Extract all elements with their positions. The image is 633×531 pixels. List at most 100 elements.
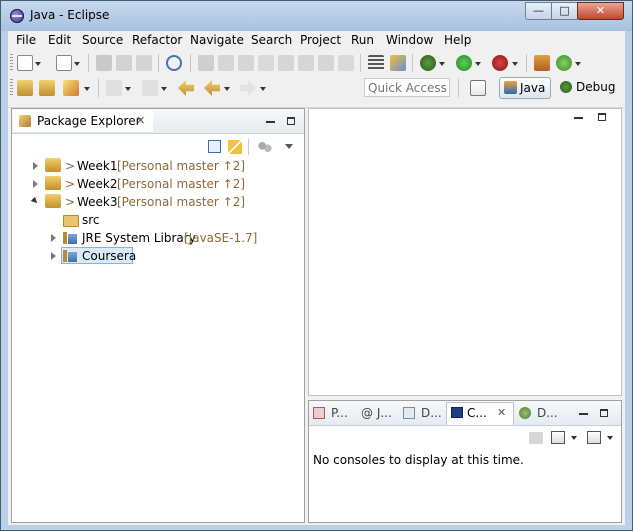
resume-icon[interactable] <box>198 55 214 71</box>
workbench: File Edit Source Refactor Navigate Searc… <box>8 31 625 525</box>
step-over-icon[interactable] <box>298 55 314 71</box>
new-java-class-icon[interactable] <box>556 55 572 71</box>
next-annotation-dropdown-icon[interactable] <box>125 87 131 91</box>
run-dropdown-icon[interactable] <box>475 62 481 66</box>
close-button[interactable]: ✕ <box>577 2 624 20</box>
terminate-icon[interactable] <box>238 55 254 71</box>
perspective-java[interactable]: Java <box>499 77 551 99</box>
expand-icon[interactable] <box>51 252 56 260</box>
new-dropdown-icon[interactable] <box>35 62 41 66</box>
main-toolbar: Java Debug <box>8 51 625 108</box>
search-dropdown-icon[interactable] <box>84 87 90 91</box>
debug-dropdown-icon[interactable] <box>439 62 445 66</box>
expand-icon[interactable] <box>33 180 38 188</box>
debug-view-icon <box>519 407 531 419</box>
maximize-view-icon[interactable] <box>600 409 608 417</box>
tab-label: @ J... <box>361 406 392 420</box>
run-icon[interactable] <box>456 55 472 71</box>
previous-annotation-icon[interactable] <box>142 80 158 96</box>
perspective-debug[interactable]: Debug <box>556 77 624 99</box>
minimize-view-icon[interactable] <box>266 121 275 123</box>
previous-annotation-dropdown-icon[interactable] <box>161 87 167 91</box>
close-icon[interactable]: ✕ <box>497 403 506 423</box>
new-wizard-icon[interactable] <box>56 55 72 71</box>
new-java-class-dropdown-icon[interactable] <box>575 62 581 66</box>
console-icon <box>451 407 463 418</box>
back-dropdown-icon[interactable] <box>224 87 230 91</box>
open-console-icon[interactable] <box>390 55 406 71</box>
external-tools-icon[interactable] <box>492 55 508 71</box>
close-icon[interactable]: ✕ <box>136 110 145 132</box>
forward-dropdown-icon[interactable] <box>260 87 266 91</box>
open-console-icon[interactable] <box>587 431 601 444</box>
maximize-button[interactable]: □ <box>551 2 578 20</box>
open-task-icon[interactable] <box>39 80 55 96</box>
new-wizard-dropdown-icon[interactable] <box>74 62 80 66</box>
debug-icon[interactable] <box>420 55 436 71</box>
step-return-icon[interactable] <box>318 55 334 71</box>
link-with-editor-icon[interactable] <box>228 140 242 154</box>
title-bar[interactable]: Java - Eclipse — □ ✕ <box>1 1 632 31</box>
back-icon[interactable] <box>204 80 220 96</box>
eclipse-window: Java - Eclipse — □ ✕ File Edit Source Re… <box>0 0 633 531</box>
drop-to-frame-icon[interactable] <box>338 55 354 71</box>
menu-navigate[interactable]: Navigate <box>190 33 244 47</box>
toolbar-grip[interactable] <box>10 79 13 97</box>
maximize-view-icon[interactable] <box>287 117 295 125</box>
git-decoration: [Personal master ↑2] <box>117 195 246 209</box>
library-icon <box>63 232 77 244</box>
new-icon[interactable] <box>17 55 33 71</box>
minimize-button[interactable]: — <box>525 2 552 20</box>
menu-source[interactable]: Source <box>82 33 123 47</box>
minimize-editor-icon[interactable] <box>574 117 583 119</box>
save-all-icon[interactable] <box>116 55 132 71</box>
pin-console-icon[interactable] <box>529 432 543 444</box>
menu-project[interactable]: Project <box>300 33 341 47</box>
use-step-filters-icon[interactable] <box>368 55 384 71</box>
tab-package-explorer[interactable]: Package Explorer ✕ <box>13 110 153 132</box>
external-tools-dropdown-icon[interactable] <box>512 62 518 66</box>
menu-edit[interactable]: Edit <box>48 33 71 47</box>
search-icon[interactable] <box>63 80 79 96</box>
collapse-all-icon[interactable] <box>208 140 221 153</box>
expand-icon[interactable] <box>51 234 56 242</box>
skip-breakpoints-icon[interactable] <box>166 55 182 71</box>
display-console-icon[interactable] <box>551 431 565 444</box>
toolbar-grip[interactable] <box>10 54 13 72</box>
new-java-package-icon[interactable] <box>534 55 550 71</box>
forward-icon[interactable] <box>240 80 256 96</box>
editor-area[interactable] <box>308 108 622 396</box>
perspective-debug-label: Debug <box>576 80 616 94</box>
step-into-icon[interactable] <box>278 55 294 71</box>
suspend-icon[interactable] <box>218 55 234 71</box>
menu-file[interactable]: File <box>16 33 36 47</box>
tree-item-label: Week2 <box>77 177 118 191</box>
menu-help[interactable]: Help <box>444 33 471 47</box>
menu-window[interactable]: Window <box>386 33 433 47</box>
expand-icon[interactable] <box>33 162 38 170</box>
menu-refactor[interactable]: Refactor <box>132 33 182 47</box>
display-console-dropdown-icon[interactable] <box>571 436 577 440</box>
tab-console[interactable]: C... ✕ <box>446 402 514 425</box>
open-type-icon[interactable] <box>17 80 33 96</box>
disconnect-icon[interactable] <box>258 55 274 71</box>
last-edit-location-icon[interactable] <box>178 80 194 96</box>
open-console-dropdown-icon[interactable] <box>607 436 613 440</box>
debug-perspective-icon <box>560 81 572 93</box>
collapse-icon[interactable] <box>30 196 40 206</box>
minimize-view-icon[interactable] <box>579 413 588 415</box>
save-icon[interactable] <box>96 55 112 71</box>
print-icon[interactable] <box>136 55 152 71</box>
open-perspective-icon[interactable] <box>470 80 486 96</box>
project-icon <box>45 176 61 190</box>
quick-access-input[interactable] <box>364 78 450 97</box>
focus-on-task-icon[interactable] <box>258 141 272 153</box>
separator <box>248 139 249 155</box>
view-menu-icon[interactable] <box>285 144 293 149</box>
menu-run[interactable]: Run <box>351 33 374 47</box>
maximize-editor-icon[interactable] <box>598 113 606 121</box>
tree-item-label: Week1 <box>77 159 118 173</box>
next-annotation-icon[interactable] <box>106 80 122 96</box>
tab-label: D... <box>421 406 442 420</box>
menu-search[interactable]: Search <box>251 33 292 47</box>
